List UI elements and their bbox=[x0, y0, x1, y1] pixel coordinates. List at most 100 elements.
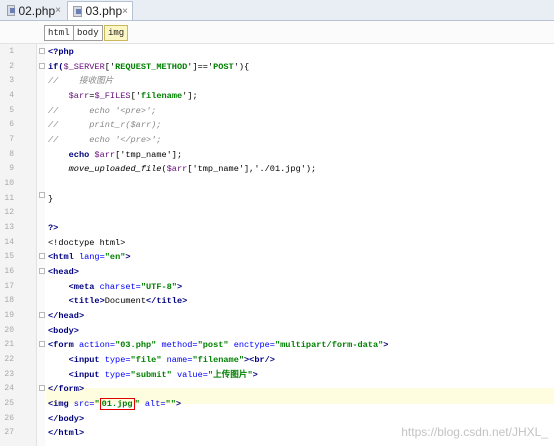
tab-label: 02.php bbox=[18, 3, 56, 18]
line-number: 9 bbox=[9, 164, 14, 173]
code-line: <html lang="en"> bbox=[48, 250, 131, 264]
code-line: <meta charset="UTF-8"> bbox=[48, 280, 183, 294]
fold-marker[interactable] bbox=[39, 63, 45, 69]
fold-marker[interactable] bbox=[39, 192, 45, 198]
line-number: 24 bbox=[4, 384, 14, 393]
breadcrumb-html[interactable]: html bbox=[44, 25, 74, 41]
line-number: 21 bbox=[4, 340, 14, 349]
line-number: 26 bbox=[4, 414, 14, 423]
code-line: if($_SERVER['REQUEST_METHOD']=='POST'){ bbox=[48, 60, 249, 74]
line-number: 20 bbox=[4, 326, 14, 335]
code-token: </head> bbox=[48, 311, 85, 321]
line-number: 7 bbox=[9, 135, 14, 144]
tab-03-php[interactable]: 03.php × bbox=[67, 1, 133, 20]
code-token: $arr bbox=[68, 91, 90, 101]
code-token: </title> bbox=[146, 296, 188, 306]
code-line: <input type="submit" value="上传图片"> bbox=[48, 368, 258, 382]
code-token: Document bbox=[104, 296, 146, 306]
fold-marker[interactable] bbox=[39, 341, 45, 347]
code-token: value= bbox=[171, 370, 208, 380]
code-line: </form> bbox=[48, 382, 84, 396]
fold-marker[interactable] bbox=[39, 253, 45, 259]
code-token: POST bbox=[213, 62, 234, 72]
code-line: <body> bbox=[48, 324, 79, 338]
code-token: [' bbox=[130, 91, 141, 101]
code-token: ']; bbox=[182, 91, 198, 101]
code-line: } bbox=[48, 194, 54, 204]
code-token: <form bbox=[48, 340, 79, 350]
code-token: move_uploaded_file bbox=[68, 164, 162, 174]
code-token: <title> bbox=[48, 296, 105, 306]
code-token: </html> bbox=[48, 428, 85, 438]
breadcrumb: html body img bbox=[0, 21, 554, 44]
code-comment: // 接收图片 bbox=[48, 76, 114, 86]
code-token: "filename" bbox=[192, 355, 245, 365]
line-number: 13 bbox=[4, 223, 14, 232]
code-token: [' bbox=[104, 62, 116, 72]
code-line: <form action="03.php" method="post" enct… bbox=[48, 338, 388, 352]
line-number: 1 bbox=[9, 47, 14, 56]
code-token: ['tmp_name']; bbox=[115, 150, 183, 160]
watermark: https://blog.csdn.net/JHXL_ bbox=[401, 425, 548, 439]
code-token: > bbox=[252, 370, 258, 380]
code-token: "en" bbox=[104, 252, 126, 262]
close-icon[interactable]: × bbox=[122, 6, 128, 17]
code-token: <input bbox=[48, 370, 105, 380]
fold-marker[interactable] bbox=[39, 48, 45, 54]
fold-marker[interactable] bbox=[39, 385, 45, 391]
php-file-icon bbox=[7, 5, 16, 16]
tab-label: 03.php bbox=[85, 4, 123, 18]
code-comment: // echo '<pre>'; bbox=[48, 106, 157, 116]
highlighted-filename: 01.jpg bbox=[99, 398, 135, 410]
code-token: "submit" bbox=[130, 370, 172, 380]
line-number: 15 bbox=[4, 252, 14, 261]
code-token: "" bbox=[165, 399, 176, 409]
close-icon[interactable]: × bbox=[55, 5, 61, 16]
line-number: 8 bbox=[9, 150, 14, 159]
fold-marker[interactable] bbox=[39, 268, 45, 274]
line-number-gutter: 1 2 3 4 5 6 7 8 9 10 11 12 13 14 15 16 1… bbox=[0, 44, 37, 446]
code-token: </form> bbox=[48, 384, 85, 394]
line-number: 3 bbox=[9, 76, 14, 85]
tab-02-php[interactable]: 02.php × bbox=[2, 1, 65, 20]
code-token: </body> bbox=[48, 414, 85, 424]
code-token: $arr bbox=[166, 164, 188, 174]
code-token: > bbox=[383, 340, 389, 350]
code-line: </html> bbox=[48, 426, 84, 440]
line-number: 10 bbox=[4, 179, 14, 188]
code-token: > bbox=[176, 282, 183, 292]
code-token: <img bbox=[48, 399, 74, 409]
code-token: lang= bbox=[78, 252, 105, 262]
code-line: <input type="file" name="filename"><br/> bbox=[48, 353, 275, 367]
code-token: enctype= bbox=[228, 340, 275, 350]
code-line: </body> bbox=[48, 412, 84, 426]
line-number: 12 bbox=[4, 208, 14, 217]
code-token: "UTF-8" bbox=[140, 282, 177, 292]
code-token: filename bbox=[140, 91, 183, 101]
fold-marker[interactable] bbox=[39, 312, 45, 318]
code-comment: // print_r($arr); bbox=[48, 120, 162, 130]
code-token: <meta bbox=[48, 282, 100, 292]
code-line: <?php bbox=[48, 45, 74, 59]
breadcrumb-body[interactable]: body bbox=[73, 25, 103, 41]
code-token: "file" bbox=[130, 355, 162, 365]
code-token: $arr bbox=[94, 150, 116, 160]
line-number: 27 bbox=[4, 428, 14, 437]
line-number: 5 bbox=[9, 106, 14, 115]
code-line: ?> bbox=[48, 221, 58, 235]
code-token: $_SERVER bbox=[63, 62, 105, 72]
code-token: src= bbox=[73, 399, 95, 409]
breadcrumb-img[interactable]: img bbox=[104, 25, 129, 41]
line-number: 17 bbox=[4, 282, 14, 291]
code-token: "上传图片" bbox=[207, 370, 253, 380]
code-line: <!doctype html> bbox=[48, 238, 126, 248]
line-number: 25 bbox=[4, 399, 14, 408]
code-token: "multipart/form-data" bbox=[274, 340, 384, 350]
code-line: echo $arr['tmp_name']; bbox=[48, 148, 182, 162]
code-token: > bbox=[125, 252, 131, 262]
code-token: ']==' bbox=[187, 62, 214, 72]
code-token: "post" bbox=[197, 340, 229, 350]
code-token: <body> bbox=[48, 326, 79, 336]
code-line: move_uploaded_file($arr['tmp_name'],'./0… bbox=[48, 162, 317, 176]
